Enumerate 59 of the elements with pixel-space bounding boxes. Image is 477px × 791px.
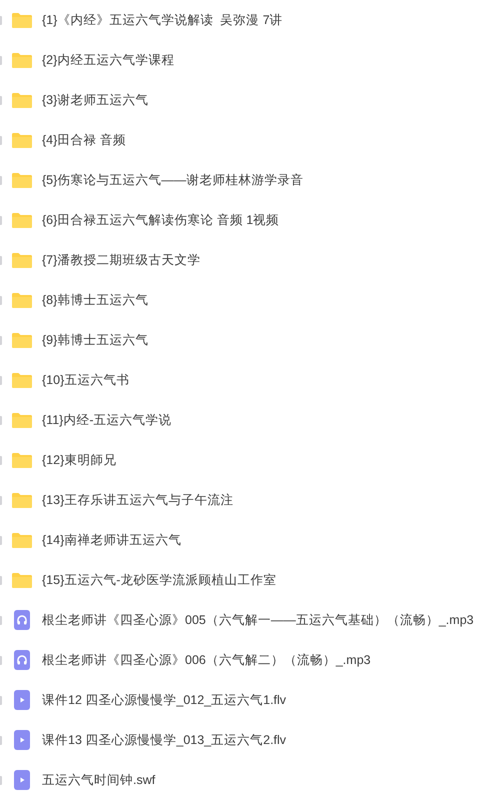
folder-icon	[12, 90, 32, 110]
folder-icon	[12, 450, 32, 470]
checkbox-edge[interactable]	[0, 56, 2, 65]
file-name[interactable]: 根尘老师讲《四圣心源》006（六气解二）（流畅）_.mp3	[42, 652, 371, 668]
file-name[interactable]: {10}五运六气书	[42, 372, 130, 388]
checkbox-edge[interactable]	[0, 776, 2, 785]
file-name[interactable]: {11}内经-五运六气学说	[42, 412, 172, 428]
video-file-icon	[12, 690, 32, 710]
checkbox-edge[interactable]	[0, 96, 2, 105]
file-name[interactable]: {13}王存乐讲五运六气与子午流注	[42, 492, 234, 508]
folder-icon	[12, 170, 32, 190]
checkbox-edge[interactable]	[0, 216, 2, 225]
file-name[interactable]: 课件13 四圣心源慢慢学_013_五运六气2.flv	[42, 732, 286, 748]
checkbox-edge[interactable]	[0, 536, 2, 545]
file-name[interactable]: {5}伤寒论与五运六气——谢老师桂林游学录音	[42, 172, 304, 188]
checkbox-edge[interactable]	[0, 296, 2, 305]
checkbox-edge[interactable]	[0, 376, 2, 385]
file-name[interactable]: {8}韩博士五运六气	[42, 292, 148, 308]
folder-icon	[12, 250, 32, 270]
folder-icon	[12, 490, 32, 510]
file-name[interactable]: {7}潘教授二期班级古天文学	[42, 252, 200, 268]
checkbox-edge[interactable]	[0, 656, 2, 665]
file-name[interactable]: {1}《内经》五运六气学说解读 吴弥漫 7讲	[42, 12, 283, 28]
audio-file-icon	[12, 610, 32, 630]
folder-icon	[12, 290, 32, 310]
file-name[interactable]: {3}谢老师五运六气	[42, 92, 148, 108]
checkbox-edge[interactable]	[0, 696, 2, 705]
audio-file-icon	[12, 650, 32, 670]
folder-icon	[12, 410, 32, 430]
folder-icon	[12, 570, 32, 590]
folder-icon	[12, 330, 32, 350]
checkbox-edge[interactable]	[0, 136, 2, 145]
folder-icon	[12, 10, 32, 30]
folder-icon	[12, 130, 32, 150]
file-name[interactable]: {4}田合禄 音频	[42, 132, 126, 148]
file-name[interactable]: {2}内经五运六气学课程	[42, 52, 174, 68]
folder-icon	[12, 50, 32, 70]
checkbox-edge[interactable]	[0, 496, 2, 505]
file-name[interactable]: 课件12 四圣心源慢慢学_012_五运六气1.flv	[42, 692, 286, 708]
checkbox-edge[interactable]	[0, 456, 2, 465]
video-file-icon	[12, 730, 32, 750]
checkbox-edge[interactable]	[0, 256, 2, 265]
file-name[interactable]: {14}南禅老师讲五运六气	[42, 532, 182, 548]
folder-icon	[12, 370, 32, 390]
file-name[interactable]: {6}田合禄五运六气解读伤寒论 音频 1视频	[42, 212, 280, 228]
checkbox-edge[interactable]	[0, 176, 2, 185]
file-name[interactable]: 五运六气时间钟.swf	[42, 772, 156, 788]
file-name[interactable]: 根尘老师讲《四圣心源》005（六气解一——五运六气基础）（流畅）_.mp3	[42, 612, 474, 628]
file-name[interactable]: {9}韩博士五运六气	[42, 332, 148, 348]
folder-icon	[12, 210, 32, 230]
file-name[interactable]: {12}東明師兄	[42, 452, 116, 468]
folder-icon	[12, 530, 32, 550]
checkbox-edge[interactable]	[0, 736, 2, 745]
checkbox-edge[interactable]	[0, 16, 2, 25]
checkbox-edge[interactable]	[0, 576, 2, 585]
file-name[interactable]: {15}五运六气-龙砂医学流派顾植山工作室	[42, 572, 276, 588]
checkbox-edge[interactable]	[0, 416, 2, 425]
checkbox-edge[interactable]	[0, 336, 2, 345]
checkbox-edge[interactable]	[0, 616, 2, 625]
